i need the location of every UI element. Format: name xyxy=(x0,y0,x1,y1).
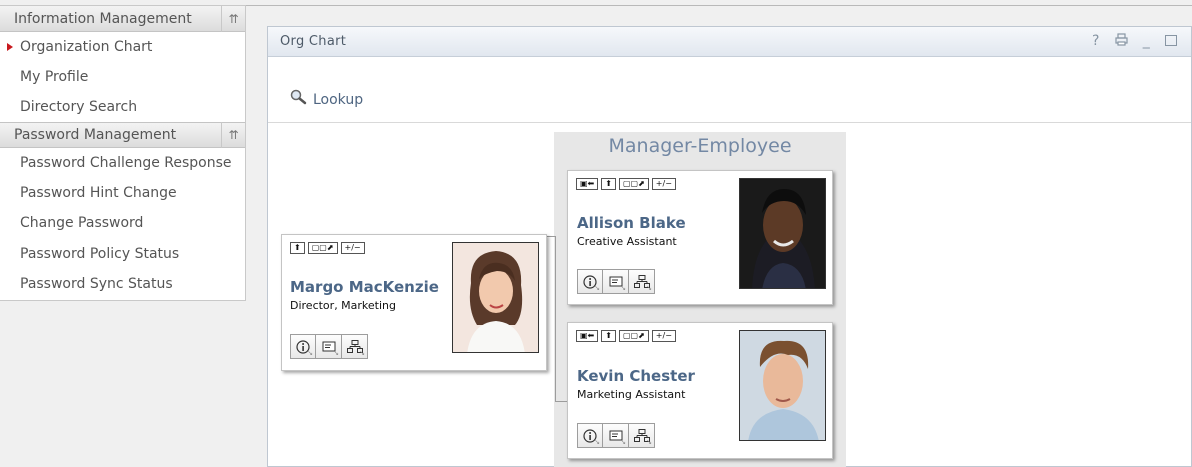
nav-item-password-sync-status[interactable]: Password Sync Status xyxy=(0,269,245,299)
employee-card[interactable]: ▣⬅ ⬆ ▢▢⬈ +/− Allison Blake Creative Assi… xyxy=(567,170,833,305)
portlet-title: Org Chart xyxy=(280,34,347,49)
expand-button[interactable]: ▢▢⬈ xyxy=(618,178,649,190)
nav-item-label: Password Policy Status xyxy=(20,245,180,262)
nav-item-organization-chart[interactable]: Organization Chart xyxy=(0,32,245,62)
employee-card[interactable]: ▣⬅ ⬆ ▢▢⬈ +/− Kevin Chester Marketing Ass… xyxy=(567,322,833,459)
move-up-button[interactable]: ⬆ xyxy=(290,242,305,254)
toggle-button[interactable]: +/− xyxy=(340,242,365,254)
nav-section-information-management[interactable]: Information Management ⇈ xyxy=(0,5,245,32)
nav-item-label: Password Sync Status xyxy=(20,275,173,292)
portlet-toolbar: Lookup xyxy=(268,57,1191,123)
nav-item-change-password[interactable]: Change Password xyxy=(0,208,245,238)
left-navigation: Information Management ⇈ Organization Ch… xyxy=(0,5,246,301)
email-icon[interactable]: ↘ xyxy=(603,423,629,448)
nav-item-my-profile[interactable]: My Profile xyxy=(0,62,245,92)
person-name[interactable]: Allison Blake xyxy=(577,214,686,232)
nav-item-directory-search[interactable]: Directory Search xyxy=(0,92,245,122)
person-name[interactable]: Kevin Chester xyxy=(577,367,695,385)
content-divider xyxy=(246,5,1192,6)
nav-item-label: Password Hint Change xyxy=(20,185,177,202)
nav-item-label: Organization Chart xyxy=(20,39,153,55)
email-icon[interactable]: ↘ xyxy=(316,334,342,359)
hierarchy-icon[interactable]: ↘ xyxy=(342,334,368,359)
person-title: Director, Marketing xyxy=(290,299,397,312)
person-photo xyxy=(452,242,539,353)
info-icon[interactable]: ↘ xyxy=(577,269,603,294)
hierarchy-icon[interactable]: ↘ xyxy=(629,423,655,448)
move-up-button[interactable]: ⬆ xyxy=(601,178,616,190)
person-name[interactable]: Margo MacKenzie xyxy=(290,278,439,296)
info-icon[interactable]: ↘ xyxy=(577,423,603,448)
nav-section-password-management[interactable]: Password Management ⇈ xyxy=(0,122,245,148)
email-icon[interactable]: ↘ xyxy=(603,269,629,294)
info-icon[interactable]: ↘ xyxy=(290,334,316,359)
person-title: Creative Assistant xyxy=(577,235,677,248)
nav-section-title: Password Management xyxy=(14,127,177,143)
maximize-icon[interactable] xyxy=(1165,35,1177,46)
print-icon[interactable] xyxy=(1115,33,1128,50)
portlet-controls: ? _ xyxy=(1092,33,1191,50)
lookup-label: Lookup xyxy=(313,92,364,108)
nav-item-password-hint-change[interactable]: Password Hint Change xyxy=(0,178,245,208)
nav-item-label: Change Password xyxy=(20,215,144,232)
help-icon[interactable]: ? xyxy=(1092,33,1100,50)
nav-item-label: My Profile xyxy=(20,69,89,85)
magnifier-icon xyxy=(290,89,307,105)
hierarchy-icon[interactable]: ↘ xyxy=(629,269,655,294)
collapse-icon[interactable]: ⇈ xyxy=(221,5,245,32)
lookup-button[interactable]: Lookup xyxy=(290,79,363,107)
portlet-header: Org Chart ? _ xyxy=(268,27,1191,57)
manager-card[interactable]: ⬆ ▢▢⬈ +/− Margo MacKenzie Director, Mark… xyxy=(281,234,547,371)
nav-item-label: Password Challenge Response xyxy=(20,155,232,172)
move-up-button[interactable]: ⬆ xyxy=(601,330,616,342)
minimize-icon[interactable]: _ xyxy=(1143,33,1150,50)
person-photo xyxy=(739,330,826,441)
person-title: Marketing Assistant xyxy=(577,388,686,401)
nav-item-password-policy-status[interactable]: Password Policy Status xyxy=(0,239,245,269)
back-button[interactable]: ▣⬅ xyxy=(576,330,599,342)
nav-item-password-challenge-response[interactable]: Password Challenge Response xyxy=(0,148,245,178)
connector-line xyxy=(555,401,567,402)
toggle-button[interactable]: +/− xyxy=(651,178,676,190)
nav-item-label: Directory Search xyxy=(20,99,138,115)
nav-section-title: Information Management xyxy=(14,10,192,27)
group-title: Manager-Employee xyxy=(608,135,792,157)
expand-button[interactable]: ▢▢⬈ xyxy=(307,242,338,254)
back-button[interactable]: ▣⬅ xyxy=(576,178,599,190)
expand-button[interactable]: ▢▢⬈ xyxy=(618,330,649,342)
toggle-button[interactable]: +/− xyxy=(651,330,676,342)
collapse-icon[interactable]: ⇈ xyxy=(221,122,245,148)
person-photo xyxy=(739,178,826,289)
connector-line xyxy=(555,236,556,401)
